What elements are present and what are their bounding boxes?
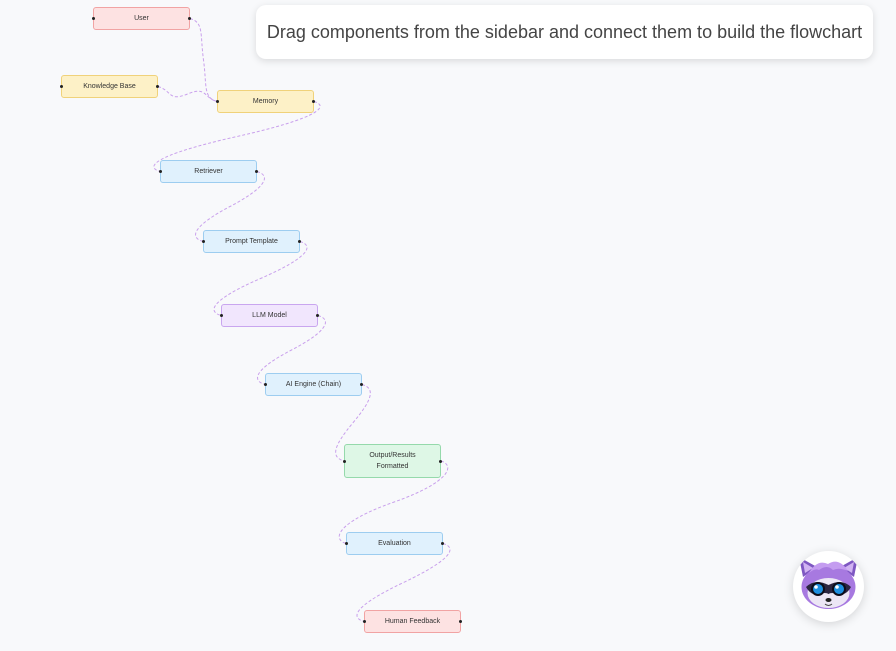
- right-connection-handle[interactable]: [439, 459, 442, 463]
- node-human-feedback[interactable]: Human Feedback: [363, 610, 462, 633]
- left-connection-handle[interactable]: [343, 459, 346, 463]
- node-label: Knowledge Base: [83, 83, 136, 90]
- instruction-banner: Drag components from the sidebar and con…: [256, 5, 873, 59]
- right-connection-handle[interactable]: [156, 85, 159, 88]
- node-llm-model[interactable]: LLM Model: [220, 304, 319, 327]
- left-connection-handle[interactable]: [363, 620, 366, 623]
- raccoon-mascot-icon[interactable]: [793, 551, 864, 622]
- node-label: Output/Results Formatted: [369, 452, 416, 470]
- node-retriever[interactable]: Retriever: [159, 160, 258, 183]
- right-connection-handle[interactable]: [255, 170, 258, 173]
- left-connection-handle[interactable]: [202, 240, 205, 243]
- node-label: AI Engine (Chain): [285, 381, 342, 388]
- instruction-text: Drag components from the sidebar and con…: [266, 21, 863, 42]
- left-connection-handle[interactable]: [92, 17, 95, 20]
- node-evaluation[interactable]: Evaluation: [345, 532, 444, 555]
- left-connection-handle[interactable]: [60, 85, 63, 88]
- flowchart-canvas[interactable]: User Knowledge Base Memory Retriever Prompt …: [0, 0, 896, 651]
- node-label: LLM Model: [252, 312, 287, 319]
- node-user[interactable]: User: [92, 7, 191, 30]
- edge-knowledge-base-to-memory[interactable]: [157, 86, 218, 102]
- node-memory[interactable]: Memory: [216, 90, 315, 113]
- left-connection-handle[interactable]: [159, 170, 162, 173]
- node-prompt-template[interactable]: Prompt Template: [202, 230, 301, 253]
- node-label: Human Feedback: [384, 618, 441, 625]
- right-connection-handle[interactable]: [298, 240, 301, 243]
- node-ai-engine[interactable]: AI Engine (Chain): [264, 373, 363, 396]
- node-knowledge-base[interactable]: Knowledge Base: [60, 75, 159, 98]
- right-connection-handle[interactable]: [441, 542, 444, 545]
- right-connection-handle[interactable]: [188, 17, 191, 20]
- node-label: Retriever: [194, 168, 223, 175]
- node-label: Evaluation: [378, 540, 411, 547]
- left-connection-handle[interactable]: [216, 100, 219, 103]
- node-label: Memory: [252, 98, 279, 105]
- node-output-results[interactable]: Output/Results Formatted: [343, 444, 442, 478]
- left-connection-handle[interactable]: [264, 383, 267, 386]
- edge-user-to-memory[interactable]: [189, 18, 218, 102]
- node-label: User: [134, 15, 149, 22]
- right-connection-handle[interactable]: [312, 100, 315, 103]
- right-connection-handle[interactable]: [316, 314, 319, 317]
- right-connection-handle[interactable]: [459, 620, 462, 623]
- left-connection-handle[interactable]: [345, 542, 348, 545]
- left-connection-handle[interactable]: [220, 314, 223, 317]
- node-label: Prompt Template: [225, 238, 278, 245]
- right-connection-handle[interactable]: [360, 383, 363, 386]
